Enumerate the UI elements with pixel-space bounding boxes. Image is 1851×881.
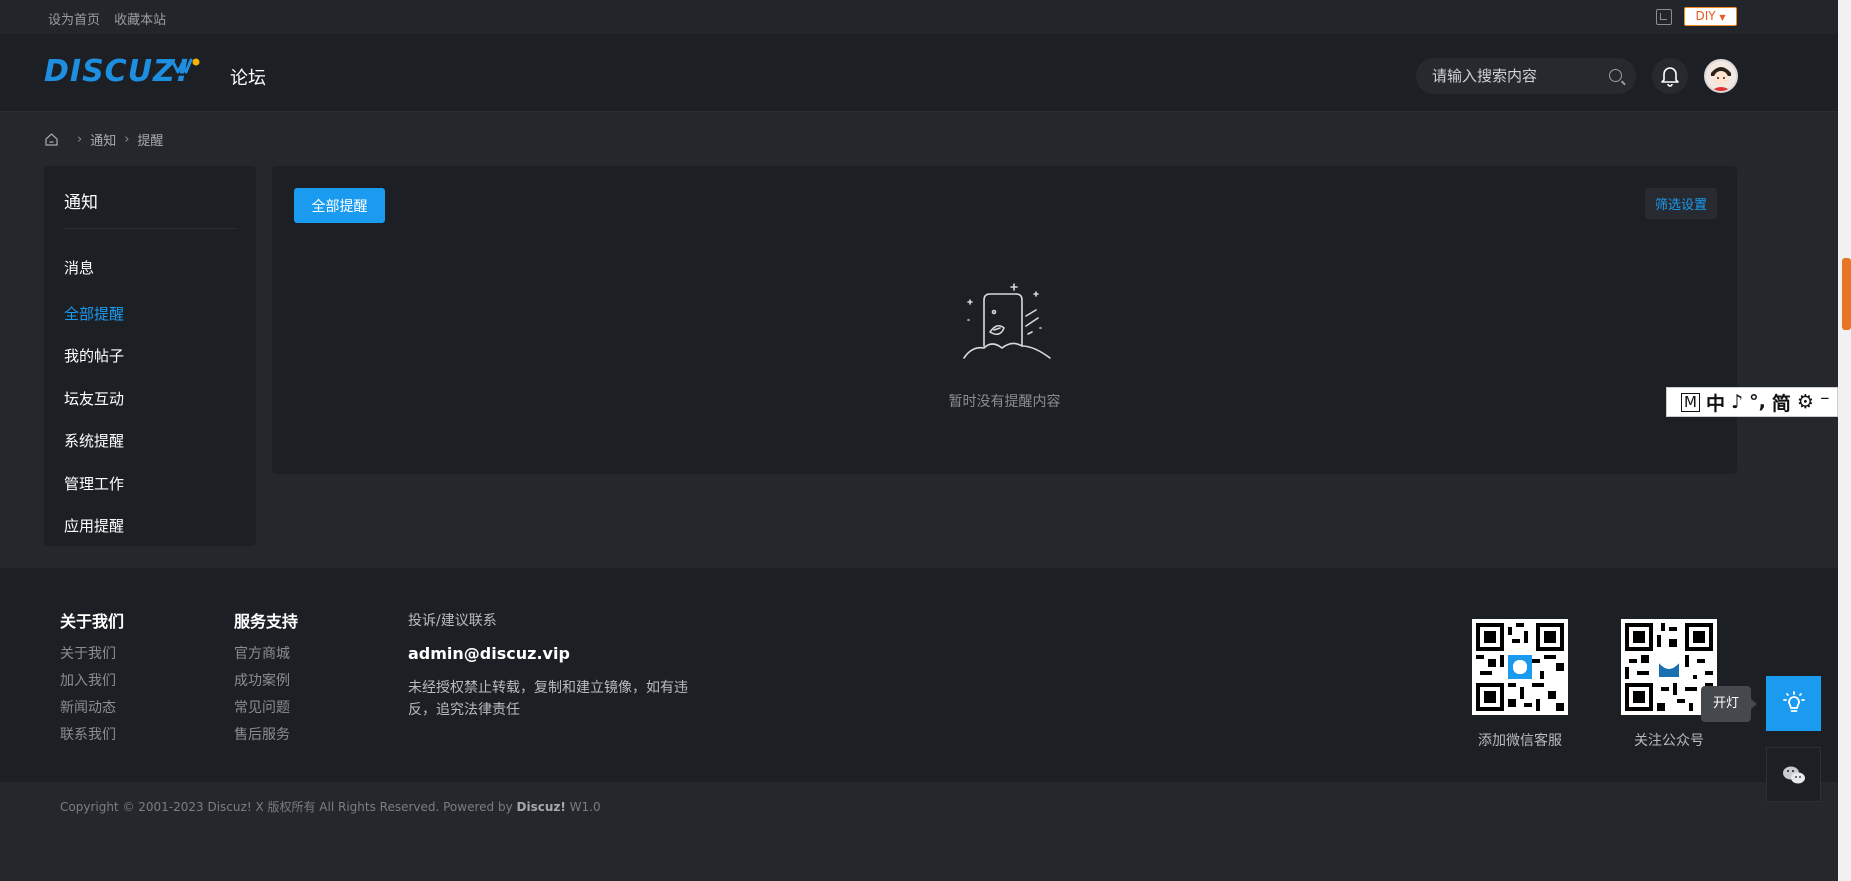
nav-forum[interactable]: 论坛: [230, 64, 266, 90]
site-footer: 关于我们 关于我们 加入我们 新闻动态 联系我们 服务支持 官方商城 成功案例 …: [0, 568, 1838, 782]
qr-code-icon: [1476, 623, 1564, 711]
logo-mark-icon: [172, 58, 200, 74]
site-header: DISCUZ! 论坛: [0, 34, 1838, 112]
footer-about-title: 关于我们: [60, 612, 125, 631]
qr-service-label: 添加微信客服: [1478, 733, 1562, 749]
fullscreen-icon[interactable]: [1656, 9, 1672, 25]
ime-mode-icon[interactable]: M: [1681, 392, 1700, 412]
filter-settings-button[interactable]: 筛选设置: [1645, 188, 1717, 219]
footer-link[interactable]: 官方商城: [234, 646, 298, 662]
empty-state-text: 暂时没有提醒内容: [948, 394, 1061, 410]
copyright-version: W1.0: [565, 800, 601, 814]
footer-support: 服务支持 官方商城 成功案例 常见问题 售后服务: [234, 608, 298, 754]
footer-link[interactable]: 联系我们: [60, 727, 124, 743]
sidebar-item-my-posts[interactable]: 我的帖子: [64, 335, 124, 378]
sidebar: 通知 消息 全部提醒 我的帖子 坛友互动 系统提醒 管理工作 应用提醒: [44, 166, 256, 546]
bell-icon: [1661, 67, 1679, 87]
ime-toolbar: M 中 ♪ °, 简 ⚙ ⁻: [1666, 387, 1838, 417]
scrollbar[interactable]: [1838, 0, 1851, 881]
breadcrumb: › 通知 › 提醒: [44, 130, 163, 149]
footer-link[interactable]: 新闻动态: [60, 700, 124, 716]
sidebar-item-messages[interactable]: 消息: [64, 250, 124, 293]
sidebar-menu: 消息 全部提醒 我的帖子 坛友互动 系统提醒 管理工作 应用提醒: [64, 250, 124, 548]
footer-link[interactable]: 成功案例: [234, 673, 298, 689]
reminders-panel: 全部提醒 筛选设置 暂时没有提醒内容: [272, 166, 1737, 474]
set-home-link[interactable]: 设为首页: [48, 13, 100, 28]
sidebar-item-interactions[interactable]: 坛友互动: [64, 378, 124, 421]
scrollbar-thumb[interactable]: [1842, 258, 1851, 330]
tab-all-reminders[interactable]: 全部提醒: [294, 188, 385, 223]
bookmark-link[interactable]: 收藏本站: [114, 13, 166, 28]
search-input[interactable]: [1432, 58, 1602, 94]
wechat-button[interactable]: [1766, 747, 1821, 802]
breadcrumb-separator: ›: [77, 132, 83, 147]
copyright-bar: Copyright © 2001-2023 Discuz! X 版权所有 All…: [0, 782, 1838, 881]
copyright-notice: 未经授权禁止转载，复制和建立镜像，如有违反，追究法律责任: [408, 680, 688, 718]
notification-button[interactable]: [1652, 58, 1688, 94]
top-links: 设为首页 收藏本站: [48, 9, 176, 28]
sidebar-item-management[interactable]: 管理工作: [64, 463, 124, 506]
copyright-text: Copyright © 2001-2023 Discuz! X 版权所有 All…: [60, 798, 601, 815]
empty-state-icon: [963, 283, 1051, 359]
qr-code-service: [1472, 619, 1568, 715]
ime-simplified-toggle[interactable]: 简: [1772, 389, 1791, 416]
footer-link[interactable]: 关于我们: [60, 646, 124, 662]
footer-link[interactable]: 售后服务: [234, 727, 298, 743]
site-logo[interactable]: DISCUZ!: [44, 54, 190, 89]
footer-about: 关于我们 关于我们 加入我们 新闻动态 联系我们: [60, 608, 124, 754]
contact-email[interactable]: admin@discuz.vip: [408, 644, 688, 663]
search-box: [1416, 58, 1636, 94]
ime-more-icon[interactable]: ⁻: [1820, 391, 1830, 413]
breadcrumb-item[interactable]: 通知: [90, 130, 116, 149]
punctuation-icon[interactable]: °,: [1749, 391, 1766, 413]
sidebar-title: 通知: [64, 193, 98, 213]
divider: [64, 228, 236, 229]
avatar[interactable]: [1704, 59, 1738, 93]
footer-contact: 投诉/建议联系 admin@discuz.vip 未经授权禁止转载，复制和建立镜…: [408, 610, 688, 721]
toggle-light-button[interactable]: [1766, 676, 1821, 731]
light-tooltip: 开灯: [1701, 686, 1757, 722]
footer-link[interactable]: 加入我们: [60, 673, 124, 689]
user-avatar-icon: [1706, 61, 1736, 91]
qr-code-icon: [1625, 623, 1713, 711]
caret-down-icon: ▼: [1719, 13, 1726, 22]
breadcrumb-item[interactable]: 提醒: [137, 130, 163, 149]
sidebar-item-system[interactable]: 系统提醒: [64, 420, 124, 463]
ime-chinese-toggle[interactable]: 中: [1706, 389, 1725, 416]
copyright-main: Copyright © 2001-2023 Discuz! X 版权所有 All…: [60, 800, 517, 814]
top-bar: 设为首页 收藏本站 DIY ▼: [0, 0, 1838, 34]
diy-button[interactable]: DIY ▼: [1684, 7, 1737, 26]
contact-label: 投诉/建议联系: [408, 613, 497, 629]
copyright-brand[interactable]: Discuz!: [517, 800, 566, 814]
search-icon[interactable]: [1609, 69, 1622, 82]
footer-support-title: 服务支持: [234, 612, 299, 631]
lightbulb-icon: [1782, 690, 1805, 712]
breadcrumb-separator: ›: [124, 132, 130, 147]
sidebar-item-all-reminders[interactable]: 全部提醒: [64, 293, 124, 336]
moon-icon[interactable]: ♪: [1731, 391, 1743, 413]
home-icon[interactable]: [44, 132, 59, 147]
qr-official-label: 关注公众号: [1634, 733, 1704, 749]
footer-link[interactable]: 常见问题: [234, 700, 298, 716]
wechat-icon: [1782, 766, 1805, 783]
diy-label: DIY: [1695, 9, 1716, 23]
gear-icon[interactable]: ⚙: [1797, 391, 1814, 413]
sidebar-item-app[interactable]: 应用提醒: [64, 505, 124, 548]
